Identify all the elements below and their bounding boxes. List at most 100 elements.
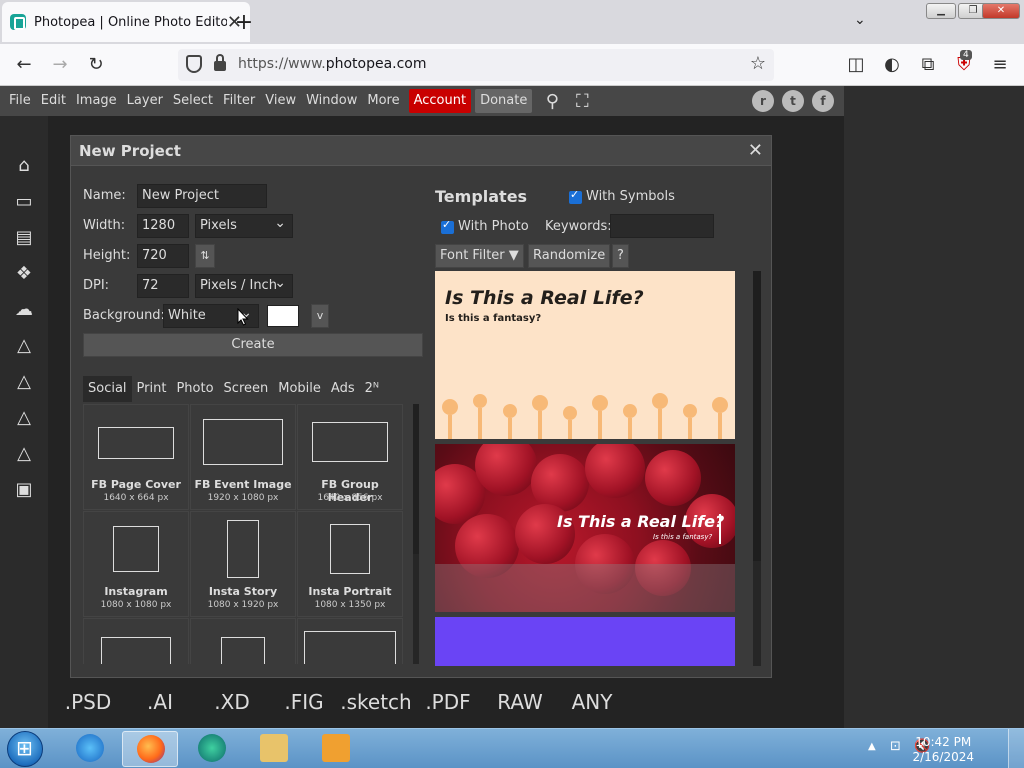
google-drive-icon[interactable]: △ [12, 334, 36, 358]
forward-icon[interactable]: → [48, 53, 72, 77]
google-drive-icon[interactable]: △ [12, 442, 36, 466]
new-tab-icon[interactable]: + [232, 10, 256, 35]
tab-ads[interactable]: Ads [326, 376, 360, 402]
minimize-window-button[interactable]: ▁ [926, 3, 956, 19]
preset-instagram[interactable]: Instagram 1080 x 1080 px [83, 511, 189, 617]
preset-scrollbar[interactable] [413, 404, 419, 664]
lock-icon[interactable] [214, 54, 226, 71]
reload-icon[interactable]: ↻ [84, 53, 108, 77]
keywords-input[interactable] [610, 214, 714, 238]
menu-view[interactable]: View [260, 89, 301, 113]
template-card[interactable]: Is This a Real Life? Is this a fantasy? [435, 271, 735, 439]
format-label[interactable]: .FIG [268, 690, 340, 720]
width-unit-select[interactable]: Pixels [195, 212, 293, 238]
extensions-icon[interactable]: ⧉ [916, 53, 940, 77]
preset-cell[interactable] [190, 618, 296, 664]
twitter-icon[interactable]: t [782, 90, 804, 112]
tab-social[interactable]: Social [83, 376, 132, 402]
onedrive-icon[interactable]: ☁ [12, 298, 36, 322]
menu-window[interactable]: Window [301, 89, 362, 113]
preset-fb-page-cover[interactable]: FB Page Cover 1640 x 664 px [83, 404, 189, 510]
pocket-icon[interactable]: ◫ [844, 53, 868, 77]
menu-file[interactable]: File [4, 89, 36, 113]
tab-screen[interactable]: Screen [219, 376, 274, 402]
preset-insta-portrait[interactable]: Insta Portrait 1080 x 1350 px [297, 511, 403, 617]
back-icon[interactable]: ← [12, 53, 36, 77]
menu-more[interactable]: More [362, 89, 404, 113]
format-label[interactable]: .AI [124, 690, 196, 720]
google-drive-icon[interactable]: △ [12, 370, 36, 394]
dpi-unit-select[interactable]: Pixels / Inch [195, 272, 293, 298]
format-label[interactable]: .sketch [340, 690, 412, 720]
home-icon[interactable]: ⌂ [12, 154, 36, 178]
close-dialog-icon[interactable]: ✕ [748, 140, 763, 161]
menu-image[interactable]: Image [71, 89, 122, 113]
list-tabs-icon[interactable]: ⌄ [854, 12, 866, 28]
menu-select[interactable]: Select [168, 89, 218, 113]
preset-insta-story[interactable]: Insta Story 1080 x 1920 px [190, 511, 296, 617]
preset-cell[interactable] [297, 618, 403, 664]
account-button[interactable]: Account [408, 89, 472, 113]
preset-cell[interactable] [83, 618, 189, 664]
desktop-icon[interactable]: ▭ [12, 190, 36, 214]
format-label[interactable]: .PDF [412, 690, 484, 720]
with-symbols-checkbox[interactable] [569, 188, 582, 204]
bookmark-star-icon[interactable]: ☆ [750, 53, 766, 74]
preset-fb-group-header[interactable]: FB Group Header 1640 x 856 px [297, 404, 403, 510]
donate-button[interactable]: Donate [475, 89, 533, 113]
dropbox-icon[interactable]: ❖ [12, 262, 36, 286]
preset-fb-event-image[interactable]: FB Event Image 1920 x 1080 px [190, 404, 296, 510]
height-input[interactable]: 720 [137, 244, 189, 268]
browser-tab[interactable]: Photopea | Online Photo Editor ✕ [2, 2, 250, 42]
gamepad-icon[interactable]: ▣ [12, 478, 36, 502]
file-explorer-taskbar-item[interactable] [246, 731, 302, 767]
templates-scrollbar[interactable] [753, 271, 761, 666]
format-label[interactable]: .XD [196, 690, 268, 720]
tab-mobile[interactable]: Mobile [273, 376, 326, 402]
with-photo-checkbox[interactable] [441, 218, 454, 234]
create-button[interactable]: Create [83, 333, 423, 357]
close-window-button[interactable]: ✕ [982, 3, 1020, 19]
tab-photo[interactable]: Photo [171, 376, 218, 402]
clock-date: 2/16/2024 [912, 750, 974, 764]
google-drive-icon[interactable]: △ [12, 406, 36, 430]
account-sync-icon[interactable]: ◐ [880, 53, 904, 77]
randomize-button[interactable]: Randomize [528, 244, 611, 268]
template-card[interactable]: Is This a Real Life? Is this a fantasy? [435, 444, 735, 612]
format-label[interactable]: .PSD [52, 690, 124, 720]
reddit-icon[interactable]: r [752, 90, 774, 112]
url-text[interactable]: https://www.photopea.com [238, 56, 427, 72]
show-desktop-button[interactable] [1008, 729, 1024, 768]
show-hidden-icons-icon[interactable]: ▲ [868, 741, 876, 752]
facebook-icon[interactable]: f [812, 90, 834, 112]
app-taskbar-item[interactable] [184, 731, 240, 767]
drive-icon[interactable]: ▤ [12, 226, 36, 250]
width-input[interactable]: 1280 [137, 214, 189, 238]
tracking-shield-icon[interactable] [186, 55, 202, 73]
name-input[interactable]: New Project [137, 184, 267, 208]
background-v-button[interactable]: v [311, 304, 329, 328]
menu-edit[interactable]: Edit [36, 89, 71, 113]
menu-filter[interactable]: Filter [218, 89, 260, 113]
url-bar[interactable]: https://www.photopea.com ☆ [178, 49, 774, 81]
network-icon[interactable]: ⊡ [890, 739, 901, 754]
search-icon[interactable]: ⚲ [542, 91, 562, 112]
format-label[interactable]: ANY [556, 690, 628, 720]
menu-layer[interactable]: Layer [122, 89, 168, 113]
swap-dimensions-button[interactable]: ⇅ [195, 244, 215, 268]
format-label[interactable]: RAW [484, 690, 556, 720]
template-card[interactable] [435, 617, 735, 666]
fullscreen-icon[interactable]: ⛶ [572, 91, 592, 112]
start-button[interactable] [7, 731, 43, 767]
internet-explorer-taskbar-item[interactable] [62, 731, 118, 767]
hamburger-menu-icon[interactable]: ≡ [988, 53, 1012, 77]
font-filter-button[interactable]: Font Filter ▼ [435, 244, 524, 268]
clock[interactable]: 10:42 PM 2/16/2024 [912, 735, 974, 765]
background-color-swatch[interactable] [267, 305, 299, 327]
tab-print[interactable]: Print [132, 376, 172, 402]
tab-power-of-two[interactable]: 2ᴺ [360, 376, 384, 402]
media-player-taskbar-item[interactable] [308, 731, 364, 767]
dpi-input[interactable]: 72 [137, 274, 189, 298]
firefox-taskbar-item[interactable] [122, 731, 178, 767]
help-button[interactable]: ? [612, 244, 629, 268]
